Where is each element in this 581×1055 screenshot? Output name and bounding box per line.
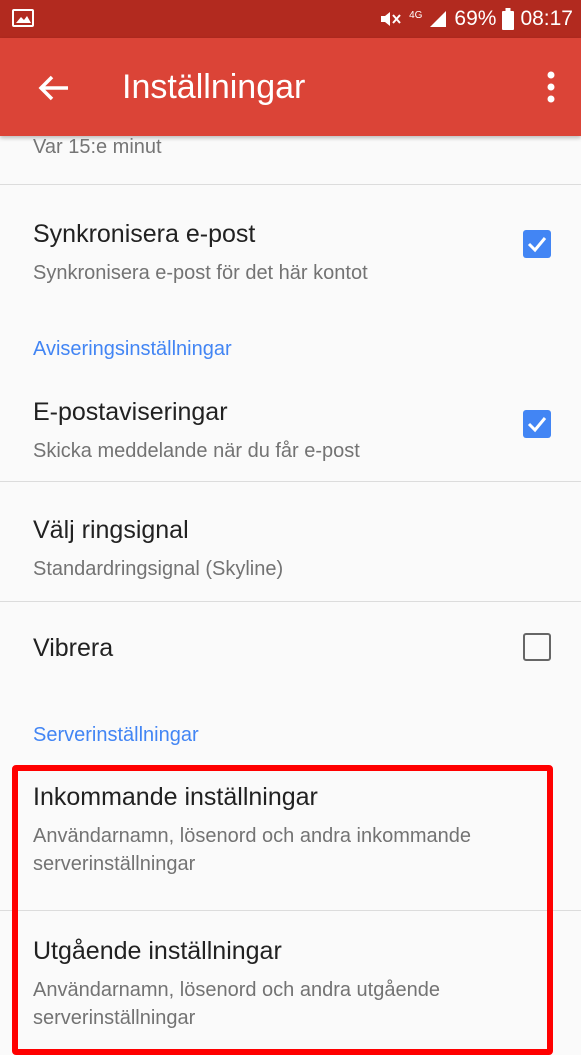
setting-sync-email[interactable]: Synkronisera e-post Synkronisera e-post … xyxy=(33,220,368,287)
sync-email-checkbox[interactable] xyxy=(523,230,551,258)
check-icon xyxy=(527,417,547,433)
mute-icon xyxy=(381,12,401,26)
overflow-menu-icon[interactable] xyxy=(541,69,561,105)
battery-percentage: 69% xyxy=(454,7,497,30)
back-arrow-icon[interactable] xyxy=(34,68,74,108)
status-bar: 4G 69% 08:17 xyxy=(0,0,581,38)
check-icon xyxy=(527,237,547,253)
divider xyxy=(0,184,581,185)
vibrate-checkbox[interactable] xyxy=(523,633,551,661)
section-header-server: Serverinställningar xyxy=(33,724,199,746)
setting-title: Synkronisera e-post xyxy=(33,220,256,248)
section-header-notifications: Aviseringsinställningar xyxy=(33,338,232,360)
battery-icon xyxy=(502,8,515,30)
setting-email-notifications[interactable]: E-postaviseringar Skicka meddelande när … xyxy=(33,398,360,465)
app-bar: Inställningar xyxy=(0,38,581,136)
divider xyxy=(0,601,581,602)
email-notifications-checkbox[interactable] xyxy=(523,410,551,438)
setting-subtitle: Synkronisera e-post för det här kontot xyxy=(33,262,368,284)
setting-subtitle: Skicka meddelande när du får e-post xyxy=(33,440,360,462)
divider xyxy=(0,481,581,482)
signal-icon xyxy=(430,11,447,27)
setting-subtitle: Standardringsignal (Skyline) xyxy=(33,558,284,580)
clock: 08:17 xyxy=(520,7,573,30)
gallery-notification-icon xyxy=(12,9,34,27)
setting-ringtone[interactable]: Välj ringsignal Standardringsignal (Skyl… xyxy=(33,516,283,583)
status-right: 4G 69% 08:17 xyxy=(379,0,573,38)
setting-vibrate[interactable]: Vibrera xyxy=(33,634,113,663)
setting-title: Välj ringsignal xyxy=(33,516,189,544)
setting-title: E-postaviseringar xyxy=(33,398,228,426)
sync-frequency-value: Var 15:e minut xyxy=(33,136,162,158)
network-type: 4G xyxy=(409,10,423,21)
highlight-box xyxy=(12,765,553,1055)
setting-title: Vibrera xyxy=(33,634,114,662)
page-title: Inställningar xyxy=(122,68,306,106)
